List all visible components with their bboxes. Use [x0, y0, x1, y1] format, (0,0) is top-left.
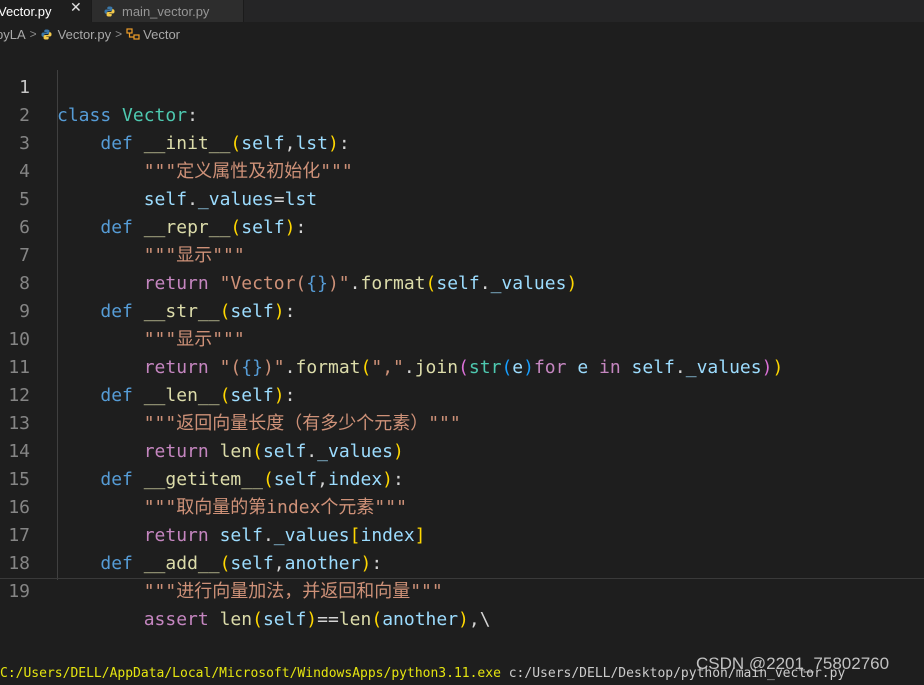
- code-line: 5 def __repr__(self):: [0, 158, 924, 238]
- tab-vector-py[interactable]: Vector.py ✕: [0, 0, 92, 22]
- tab-bar: Vector.py ✕ main_vector.py: [0, 0, 924, 22]
- panel-divider[interactable]: [0, 578, 924, 579]
- watermark: CSDN @2201_75802760: [696, 654, 890, 673]
- docstring: """进行向量加法，并返回和向量""": [143, 581, 443, 602]
- code-line: 3 """定义属性及初始化""": [0, 102, 924, 182]
- tab-main-vector-py[interactable]: main_vector.py: [92, 0, 244, 22]
- code-line: 18 """进行向量加法，并返回和向量""": [0, 522, 924, 602]
- chevron-right-icon: >: [29, 27, 37, 41]
- line-number: 19: [8, 581, 30, 602]
- tab-label: main_vector.py: [122, 3, 210, 19]
- breadcrumb-symbol[interactable]: Vector: [126, 27, 180, 42]
- code-line: 10 return "({})".format(",".join(str(e)f…: [0, 298, 924, 378]
- code-line: 9 """显示""": [0, 270, 924, 350]
- code-line: 14 def __getitem__(self,index):: [0, 410, 924, 490]
- breadcrumb-symbol-label: Vector: [143, 26, 181, 42]
- code-editor[interactable]: 1 class Vector: 2 def __init__(self,lst)…: [0, 46, 924, 630]
- breadcrumb: pyLA > Vector.py > Vector: [0, 22, 924, 46]
- code-line: 12 """返回向量长度（有多少个元素）""": [0, 354, 924, 434]
- breadcrumb-file-label: Vector.py: [57, 26, 112, 42]
- breadcrumb-folder-label: pyLA: [0, 26, 26, 42]
- code-line: 19 assert len(self)==len(another),\: [0, 550, 924, 630]
- breadcrumb-file[interactable]: Vector.py: [41, 27, 111, 42]
- class-symbol-icon: [126, 28, 140, 40]
- breadcrumb-folder[interactable]: pyLA: [0, 27, 26, 42]
- line-code: """进行向量加法，并返回和向量""": [57, 578, 443, 606]
- code-line: 2 def __init__(self,lst):: [0, 74, 924, 154]
- code-line: 11 def __len__(self):: [0, 326, 924, 406]
- code-line: 16 return self._values[index]: [0, 466, 924, 546]
- code-line: 17 def __add__(self,another):: [0, 494, 924, 574]
- code-line: 7 return "Vector({})".format(self._value…: [0, 214, 924, 294]
- python-icon: [41, 28, 52, 40]
- tab-label: Vector.py: [0, 3, 52, 19]
- code-line: 8 def __str__(self):: [0, 242, 924, 322]
- code-line: 6 """显示""": [0, 186, 924, 266]
- code-line: 4 self._values=lst: [0, 130, 924, 210]
- line-code: assert len(self)==len(another),\: [143, 609, 491, 630]
- code-line: 15 """取向量的第index个元素""": [0, 438, 924, 518]
- close-icon[interactable]: ✕: [70, 0, 82, 14]
- code-line: 1 class Vector:: [0, 46, 924, 126]
- chevron-right-icon: >: [115, 27, 123, 41]
- terminal-executable: C:/Users/DELL/AppData/Local/Microsoft/Wi…: [0, 666, 501, 681]
- code-line: 13 return len(self._values): [0, 382, 924, 462]
- python-icon: [104, 5, 115, 17]
